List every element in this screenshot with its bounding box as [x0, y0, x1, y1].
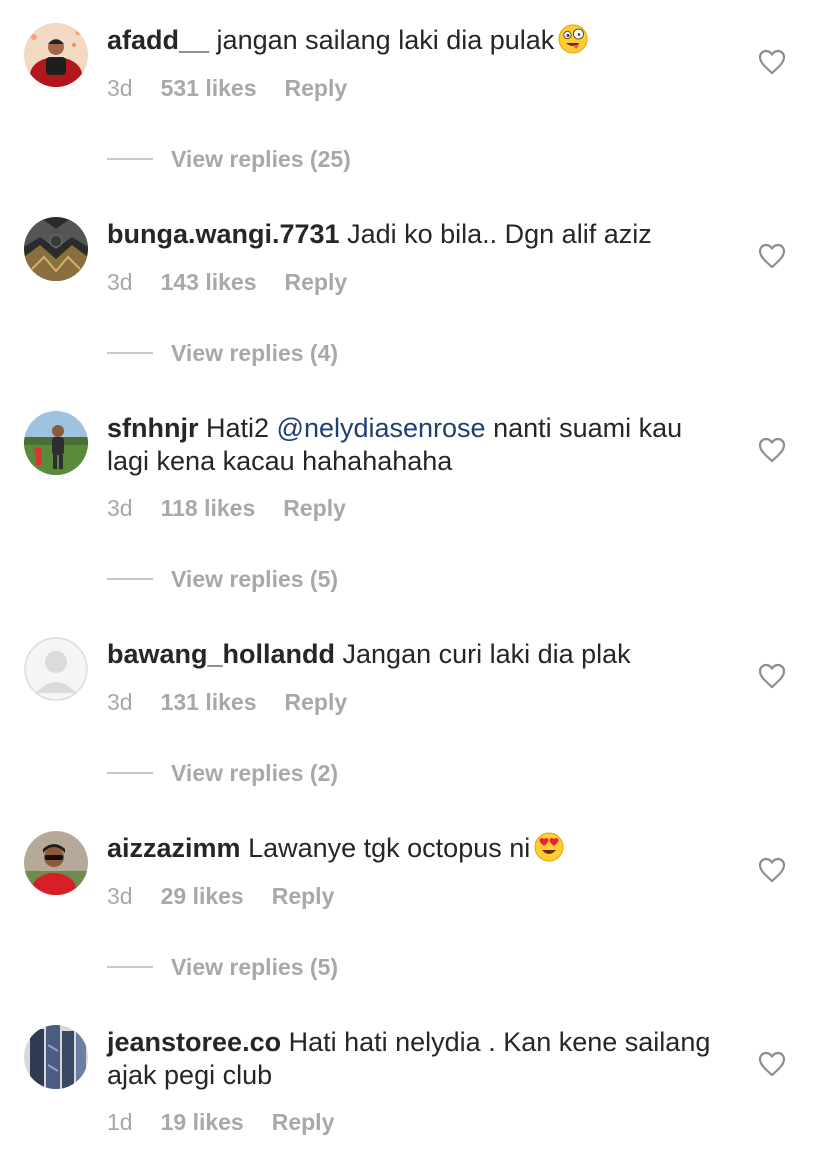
- comment-age: 3d: [107, 689, 133, 715]
- view-replies-label: View replies (25): [171, 145, 351, 172]
- comment-likes[interactable]: 531 likes: [161, 75, 257, 101]
- view-replies-button[interactable]: View replies (25): [107, 144, 351, 174]
- reply-button[interactable]: Reply: [272, 883, 335, 909]
- heart-outline-icon[interactable]: [758, 663, 786, 689]
- reply-button[interactable]: Reply: [283, 495, 346, 521]
- comment-text: jeanstoree.co Hati hati nelydia . Kan ke…: [107, 1026, 727, 1092]
- comment-username[interactable]: jeanstoree.co: [107, 1027, 281, 1057]
- avatar[interactable]: [24, 831, 88, 895]
- comment-body: jangan sailang laki dia pulak: [209, 25, 555, 55]
- avatar[interactable]: [24, 217, 88, 281]
- divider-line: [107, 352, 153, 354]
- reply-button[interactable]: Reply: [285, 269, 348, 295]
- comment-age: 3d: [107, 269, 133, 295]
- heart-eyes-emoji-icon: [534, 832, 564, 862]
- comment-text: aizzazimm Lawanye tgk octopus ni: [107, 832, 727, 865]
- view-replies-label: View replies (5): [171, 953, 339, 980]
- comment-meta: 3d 131 likes Reply: [107, 688, 375, 716]
- comment-text: sfnhnjr Hati2 @nelydiasenrose nanti suam…: [107, 412, 727, 478]
- comment-username[interactable]: aizzazimm: [107, 833, 241, 863]
- avatar[interactable]: [24, 23, 88, 87]
- default-avatar-icon[interactable]: [24, 637, 88, 701]
- heart-outline-icon[interactable]: [758, 1051, 786, 1077]
- comment-username[interactable]: bunga.wangi.7731: [107, 219, 340, 249]
- view-replies-button[interactable]: View replies (2): [107, 758, 338, 788]
- view-replies-label: View replies (5): [171, 565, 339, 592]
- comment-age: 1d: [107, 1109, 133, 1135]
- comment-username[interactable]: sfnhnjr: [107, 413, 199, 443]
- heart-outline-icon[interactable]: [758, 49, 786, 75]
- comment-meta: 3d 29 likes Reply: [107, 882, 362, 910]
- comment-meta: 1d 19 likes Reply: [107, 1108, 362, 1136]
- comment-meta: 3d 143 likes Reply: [107, 268, 375, 296]
- comment-text: bunga.wangi.7731 Jadi ko bila.. Dgn alif…: [107, 218, 727, 251]
- divider-line: [107, 966, 153, 968]
- heart-outline-icon[interactable]: [758, 437, 786, 463]
- avatar[interactable]: [24, 1025, 88, 1089]
- divider-line: [107, 772, 153, 774]
- view-replies-label: View replies (2): [171, 759, 339, 786]
- reply-button[interactable]: Reply: [285, 689, 348, 715]
- comment-meta: 3d 531 likes Reply: [107, 74, 375, 102]
- comment-text: afadd__ jangan sailang laki dia pulak: [107, 24, 727, 57]
- comment-text: bawang_hollandd Jangan curi laki dia pla…: [107, 638, 727, 671]
- view-replies-button[interactable]: View replies (4): [107, 338, 338, 368]
- mention-link[interactable]: @nelydiasenrose: [277, 413, 486, 443]
- comment-likes[interactable]: 118 likes: [161, 495, 256, 521]
- comment-age: 3d: [107, 75, 133, 101]
- comment-likes[interactable]: 29 likes: [161, 883, 244, 909]
- comment-likes[interactable]: 143 likes: [161, 269, 257, 295]
- comment-age: 3d: [107, 495, 133, 521]
- zany-face-emoji-icon: [558, 24, 588, 54]
- comment-body: Hati2: [198, 413, 277, 443]
- comment-likes[interactable]: 131 likes: [161, 689, 257, 715]
- comment-age: 3d: [107, 883, 133, 909]
- reply-button[interactable]: Reply: [285, 75, 348, 101]
- comment-username[interactable]: afadd__: [107, 25, 209, 55]
- comment-username[interactable]: bawang_hollandd: [107, 639, 335, 669]
- view-replies-button[interactable]: View replies (5): [107, 564, 338, 594]
- reply-button[interactable]: Reply: [272, 1109, 335, 1135]
- comment-body: Lawanye tgk octopus ni: [240, 833, 531, 863]
- heart-outline-icon[interactable]: [758, 243, 786, 269]
- heart-outline-icon[interactable]: [758, 857, 786, 883]
- comment-likes[interactable]: 19 likes: [161, 1109, 244, 1135]
- comment-meta: 3d 118 likes Reply: [107, 494, 374, 522]
- comment-body: Jangan curi laki dia plak: [335, 639, 631, 669]
- avatar[interactable]: [24, 411, 88, 475]
- divider-line: [107, 578, 153, 580]
- view-replies-label: View replies (4): [171, 339, 339, 366]
- view-replies-button[interactable]: View replies (5): [107, 952, 338, 982]
- divider-line: [107, 158, 153, 160]
- comment-body: Jadi ko bila.. Dgn alif aziz: [339, 219, 652, 249]
